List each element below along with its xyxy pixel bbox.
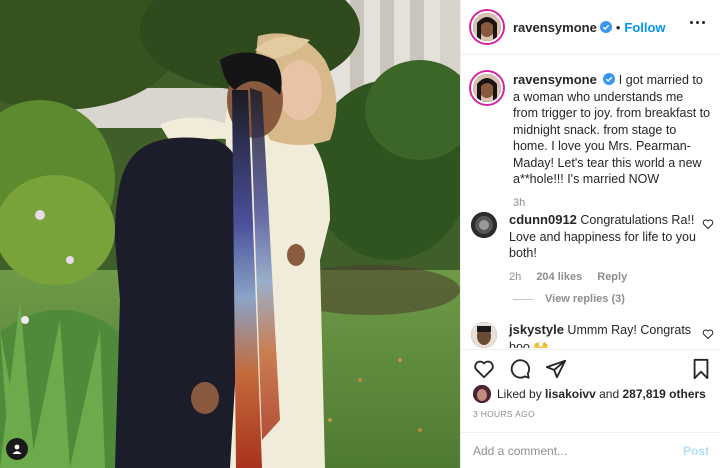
comment-item: cdunn0912 Congratulations Ra!! Love and … <box>471 212 714 283</box>
avatar-image <box>471 322 497 348</box>
view-replies-button[interactable]: View replies (3) <box>513 293 625 305</box>
post-timestamp[interactable]: 3 HOURS AGO <box>473 409 535 419</box>
comment-text-block: jskystyle Ummm Ray! Congrats boo 🙌 <box>509 322 711 348</box>
caption-text: I got married to a woman who understands… <box>513 73 711 186</box>
post-actions: Liked by lisakoivv and 287,819 others 3 … <box>461 349 720 468</box>
comment-username[interactable]: jskystyle <box>509 322 564 337</box>
view-replies-label: View replies (3) <box>545 293 625 305</box>
tagged-users-button[interactable] <box>6 438 28 460</box>
comment-likes[interactable]: 204 likes <box>536 271 582 283</box>
comment-input[interactable] <box>473 444 683 458</box>
heart-icon[interactable] <box>702 218 714 230</box>
comments-section[interactable]: ravensymone I got married to a woman who… <box>461 56 720 348</box>
caption-username[interactable]: ravensymone <box>513 72 597 87</box>
liker-avatar[interactable] <box>473 385 491 403</box>
comment-icon[interactable] <box>509 358 531 380</box>
post-header: ravensymone • Follow <box>461 0 720 55</box>
post-photo[interactable] <box>0 0 460 468</box>
liked-by-user[interactable]: lisakoivv <box>545 387 596 401</box>
comment-time[interactable]: 2h <box>509 271 521 283</box>
liked-by: Liked by lisakoivv and 287,819 others <box>473 385 706 403</box>
avatar-image <box>473 74 501 102</box>
action-icons <box>473 358 567 380</box>
commenter-avatar[interactable] <box>471 212 497 238</box>
replies-line <box>513 298 533 300</box>
liked-by-and: and <box>599 387 620 401</box>
liked-by-count[interactable]: 287,819 others <box>622 387 705 401</box>
more-dots-icon[interactable] <box>690 21 705 24</box>
post-side-panel: ravensymone • Follow ravensymone I got m… <box>460 0 720 468</box>
verified-badge-icon <box>599 21 612 33</box>
follow-button[interactable]: Follow <box>624 20 665 35</box>
heart-icon[interactable] <box>702 328 714 340</box>
bookmark-icon[interactable] <box>691 358 711 380</box>
comment-item: jskystyle Ummm Ray! Congrats boo 🙌 <box>471 322 714 348</box>
wedding-photo-image <box>0 0 460 468</box>
add-comment-bar: Post <box>461 432 720 468</box>
post-caption: ravensymone I got married to a woman who… <box>471 72 711 209</box>
heart-icon[interactable] <box>473 358 495 380</box>
avatar-image <box>471 212 497 238</box>
share-icon[interactable] <box>545 358 567 380</box>
caption-avatar[interactable] <box>471 72 503 104</box>
post-comment-button[interactable]: Post <box>683 444 709 458</box>
user-icon <box>12 444 22 454</box>
verified-badge-icon <box>603 73 616 85</box>
author-avatar[interactable] <box>471 11 503 43</box>
avatar-image <box>473 385 491 403</box>
liked-by-prefix: Liked by <box>497 387 542 401</box>
caption-time: 3h <box>513 196 526 209</box>
avatar-image <box>473 13 501 41</box>
comment-username[interactable]: cdunn0912 <box>509 212 577 227</box>
author-username[interactable]: ravensymone <box>513 20 597 35</box>
comment-text-block: cdunn0912 Congratulations Ra!! Love and … <box>509 212 711 262</box>
caption-text-block: ravensymone I got married to a woman who… <box>513 72 711 188</box>
header-meta: ravensymone • Follow <box>513 20 666 35</box>
separator-dot: • <box>615 19 621 35</box>
reply-button[interactable]: Reply <box>597 271 627 283</box>
commenter-avatar[interactable] <box>471 322 497 348</box>
comment-meta: 2h 204 likes Reply <box>509 271 711 283</box>
